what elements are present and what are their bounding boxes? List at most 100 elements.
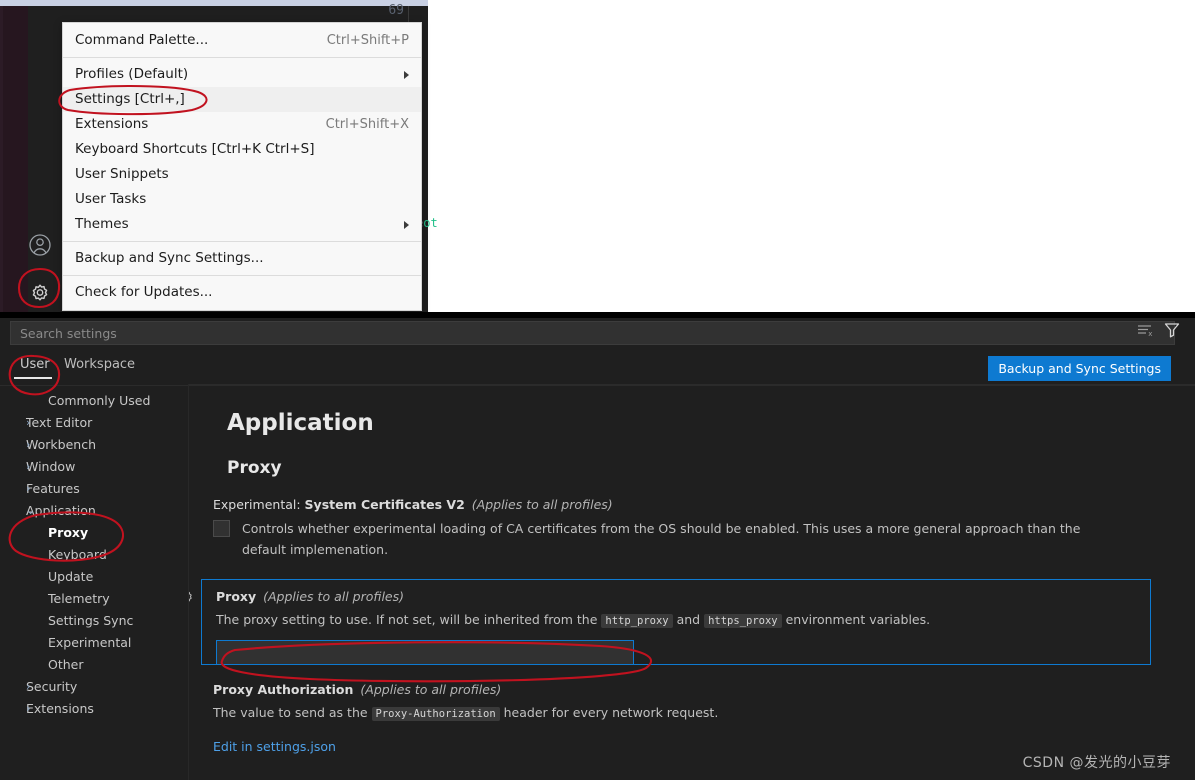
proxy-setting-inner: Proxy (Applies to all profiles) The proxy… bbox=[216, 589, 1136, 665]
chevron-right-icon bbox=[404, 220, 409, 229]
setting-description: The proxy setting to use. If not set, wi… bbox=[216, 610, 1136, 631]
search-input[interactable]: Search settings bbox=[10, 321, 1175, 345]
menu-item-settings[interactable]: Settings [Ctrl+,] bbox=[63, 87, 421, 112]
filter-funnel-icon[interactable] bbox=[1163, 321, 1181, 339]
menu-item-keyboard-shortcuts[interactable]: Keyboard Shortcuts [Ctrl+K Ctrl+S] bbox=[63, 137, 421, 162]
setting-label: Experimental: System Certificates V2 (App… bbox=[213, 497, 1173, 512]
toc-item-window[interactable]: › Window bbox=[0, 456, 188, 478]
menu-item-themes[interactable]: Themes bbox=[63, 212, 421, 237]
setting-label: Proxy (Applies to all profiles) bbox=[216, 589, 1136, 604]
proxy-value-input[interactable] bbox=[216, 640, 634, 665]
menu-separator bbox=[63, 57, 421, 58]
setting-applies-scope: (Applies to all profiles) bbox=[263, 589, 404, 604]
account-icon[interactable] bbox=[27, 232, 53, 258]
clear-filter-icon[interactable]: x bbox=[1137, 322, 1155, 338]
menu-item-user-tasks[interactable]: User Tasks bbox=[63, 187, 421, 212]
toc-item-label: Settings Sync bbox=[48, 613, 134, 628]
toc-item-other[interactable]: Other bbox=[0, 654, 188, 676]
menu-bottom-padding bbox=[63, 305, 421, 310]
toc-item-telemetry[interactable]: Telemetry bbox=[0, 588, 188, 610]
menu-item-extensions[interactable]: Extensions Ctrl+Shift+X bbox=[63, 112, 421, 137]
toc-item-experimental[interactable]: Experimental bbox=[0, 632, 188, 654]
top-screenshot-strip: 69 70 eot Command Palette... Ctr bbox=[0, 0, 1195, 318]
toc-item-keyboard[interactable]: Keyboard bbox=[0, 544, 188, 566]
menu-item-profiles[interactable]: Profiles (Default) bbox=[63, 62, 421, 87]
menu-item-label: Settings [Ctrl+,] bbox=[75, 91, 185, 107]
gear-icon[interactable] bbox=[27, 281, 53, 307]
activity-bar-edge bbox=[0, 6, 3, 312]
menu-separator bbox=[63, 275, 421, 276]
setting-name: Proxy Authorization bbox=[213, 682, 354, 697]
toc-item-commonly-used[interactable]: Commonly Used bbox=[0, 390, 188, 412]
chevron-right-icon: › bbox=[26, 482, 31, 495]
tab-user[interactable]: User bbox=[16, 355, 54, 374]
setting-proxy-authorization: Proxy Authorization (Applies to all profi… bbox=[213, 682, 1173, 724]
code-keyword: ot bbox=[423, 216, 438, 230]
chevron-right-icon: › bbox=[26, 680, 31, 693]
search-row: Search settings x bbox=[0, 318, 1195, 348]
toc-item-workbench[interactable]: › Workbench bbox=[0, 434, 188, 456]
toc-item-label: Keyboard bbox=[48, 547, 107, 562]
backup-and-sync-settings-button[interactable]: Backup and Sync Settings bbox=[988, 356, 1171, 381]
gear-icon[interactable] bbox=[189, 590, 194, 605]
chevron-right-icon: › bbox=[26, 416, 31, 429]
menu-item-label: Keyboard Shortcuts [Ctrl+K Ctrl+S] bbox=[75, 141, 315, 157]
edit-in-settings-json-link[interactable]: Edit in settings.json bbox=[213, 739, 336, 754]
setting-description: The value to send as the Proxy-Authoriza… bbox=[213, 703, 1173, 724]
toc-item-label: Experimental bbox=[48, 635, 132, 650]
toc-item-label: Update bbox=[48, 569, 94, 584]
chevron-down-icon: ⌄ bbox=[26, 504, 36, 517]
desc-part-3: environment variables. bbox=[781, 612, 931, 627]
content-top-rule bbox=[189, 384, 1195, 385]
manage-context-menu[interactable]: Command Palette... Ctrl+Shift+P Profiles… bbox=[62, 22, 422, 311]
setting-label: Proxy Authorization (Applies to all profi… bbox=[213, 682, 1173, 697]
settings-content: Application Proxy Experimental: System C… bbox=[189, 384, 1195, 780]
toc-item-application[interactable]: ⌄ Application bbox=[0, 500, 188, 522]
menu-item-label: Command Palette... bbox=[75, 32, 209, 48]
menu-item-label: Profiles (Default) bbox=[75, 66, 189, 82]
setting-proxy: Proxy (Applies to all profiles) The proxy… bbox=[189, 579, 1151, 665]
section-title: Proxy bbox=[227, 458, 282, 478]
system-certificates-checkbox[interactable] bbox=[213, 520, 230, 537]
menu-separator bbox=[63, 241, 421, 242]
menu-item-label: User Snippets bbox=[75, 166, 169, 182]
setting-name: System Certificates V2 bbox=[304, 497, 465, 512]
menu-item-command-palette[interactable]: Command Palette... Ctrl+Shift+P bbox=[63, 28, 421, 53]
white-background-area bbox=[428, 0, 1195, 312]
setting-checkbox-row: Controls whether experimental loading of… bbox=[213, 518, 1173, 560]
menu-item-shortcut: Ctrl+Shift+X bbox=[325, 117, 409, 132]
toc-item-extensions[interactable]: › Extensions bbox=[0, 698, 188, 720]
toc-item-label: Other bbox=[48, 657, 84, 672]
menu-item-label: Check for Updates... bbox=[75, 284, 213, 300]
activity-bar bbox=[0, 6, 28, 312]
toc-item-proxy[interactable]: Proxy bbox=[0, 522, 188, 544]
toc-item-update[interactable]: Update bbox=[0, 566, 188, 588]
tab-workspace[interactable]: Workspace bbox=[60, 355, 139, 374]
toc-item-text-editor[interactable]: › Text Editor bbox=[0, 412, 188, 434]
chevron-right-icon: › bbox=[26, 702, 31, 715]
menu-item-shortcut: Ctrl+Shift+P bbox=[326, 33, 409, 48]
code-http-proxy: http_proxy bbox=[601, 614, 673, 628]
menu-item-label: Backup and Sync Settings... bbox=[75, 250, 264, 266]
setting-system-certificates-v2: Experimental: System Certificates V2 (App… bbox=[213, 497, 1173, 560]
svg-text:x: x bbox=[1148, 330, 1152, 338]
setting-prefix: Experimental: bbox=[213, 497, 305, 512]
menu-item-backup-sync[interactable]: Backup and Sync Settings... bbox=[63, 246, 421, 271]
menu-item-user-snippets[interactable]: User Snippets bbox=[63, 162, 421, 187]
desc-part-1: The value to send as the bbox=[213, 705, 372, 720]
setting-applies-scope: (Applies to all profiles) bbox=[471, 497, 613, 512]
toc-item-settings-sync[interactable]: Settings Sync bbox=[0, 610, 188, 632]
page-title: Application bbox=[227, 410, 374, 436]
settings-toc-tree[interactable]: Commonly Used › Text Editor › Workbench › Wind… bbox=[0, 390, 188, 780]
toc-item-label: Telemetry bbox=[48, 591, 110, 606]
setting-applies-scope: (Applies to all profiles) bbox=[360, 682, 502, 697]
menu-item-label: Extensions bbox=[75, 116, 149, 132]
line-number: 69 bbox=[388, 3, 404, 18]
menu-item-label: User Tasks bbox=[75, 191, 147, 207]
toc-item-features[interactable]: › Features bbox=[0, 478, 188, 500]
search-placeholder: Search settings bbox=[20, 326, 117, 341]
setting-name: Proxy bbox=[216, 589, 257, 604]
toc-item-security[interactable]: › Security bbox=[0, 676, 188, 698]
settings-editor: Search settings x User Workspace Backup … bbox=[0, 318, 1195, 780]
menu-item-check-updates[interactable]: Check for Updates... bbox=[63, 280, 421, 305]
